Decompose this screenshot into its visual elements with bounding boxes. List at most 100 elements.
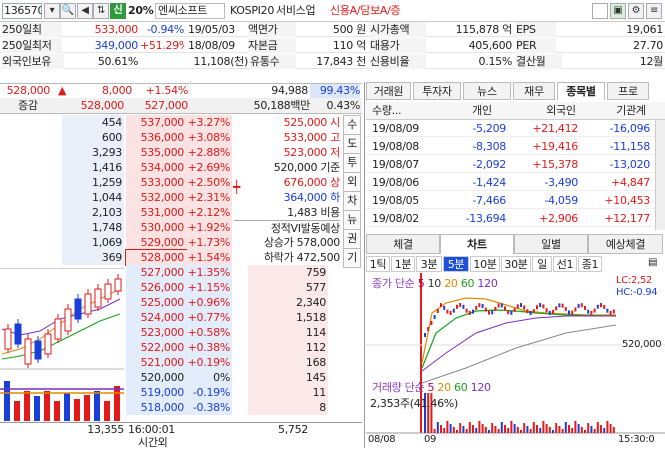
row-individual: -8,308 — [472, 140, 506, 153]
search-icon[interactable]: 🔍 — [60, 3, 76, 19]
qty-dropdown[interactable]: 수량... — [372, 102, 402, 120]
side-tab[interactable]: 투 — [343, 153, 361, 173]
investor-row[interactable]: 19/08/08 -8,308 +19,416 -11,158 — [366, 138, 665, 155]
info-value: 11,108(천) — [193, 55, 249, 68]
side-tab[interactable]: 외 — [343, 172, 361, 192]
volume-bar — [500, 422, 503, 433]
ask-pct: +2.88% — [186, 145, 232, 160]
side-tab[interactable]: 권 — [343, 229, 361, 249]
row-individual: -2,092 — [472, 158, 506, 171]
candle — [500, 303, 503, 308]
header-price: 527,000 — [144, 99, 189, 112]
chart-tab[interactable]: 일별 — [514, 234, 588, 254]
hc-label: HC:-0.94 — [616, 287, 658, 298]
info-value: 12월 — [639, 55, 663, 68]
period-tab[interactable]: 선1 — [553, 256, 577, 272]
volume-bar — [481, 424, 484, 433]
info-label: EPS — [516, 22, 556, 37]
candle — [548, 310, 551, 315]
period-tab[interactable]: 3분 — [416, 256, 442, 272]
volume-bar — [580, 427, 583, 433]
ask-price: 536,000 — [126, 130, 186, 145]
ask-price: 534,000 — [126, 160, 186, 175]
total-bid: 5,752 — [278, 423, 308, 436]
period-tab[interactable]: 종1 — [578, 256, 602, 272]
gear-icon[interactable]: ⚙ — [628, 3, 644, 19]
quote-bar: 528,000 ▲ 8,000 +1.54% 94,988 99.43% — [0, 83, 362, 98]
side-tab[interactable]: 수 — [343, 115, 361, 135]
bid-volume: 168 — [248, 355, 328, 370]
candle — [596, 304, 599, 309]
chart-tab[interactable]: 차트 — [440, 234, 514, 254]
tab-0[interactable]: 거래원 — [366, 82, 411, 100]
link-icon[interactable]: ▣ — [610, 3, 626, 19]
toolbar: 136570 ▾ 🔍 ◀ ⇅ 신 20% 엔씨소프트 KOSPI20 서비스업 … — [0, 0, 665, 22]
tab-3[interactable]: 재무 — [513, 82, 555, 100]
candle — [513, 308, 516, 313]
side-tab[interactable]: 차 — [343, 191, 361, 211]
volume-bar — [436, 422, 439, 433]
period-tab[interactable]: 5분 — [443, 256, 469, 272]
dropdown-icon[interactable]: ▾ — [44, 3, 60, 19]
period-tab[interactable]: 일 — [532, 256, 552, 272]
volume-bar — [600, 425, 602, 433]
market-label: KOSPI20 — [230, 4, 275, 17]
tab-5[interactable]: 프로 — [607, 82, 649, 100]
low-price: 523,000 저 — [283, 146, 341, 159]
tab-2[interactable]: 뉴스 — [463, 82, 511, 100]
menu-icon[interactable]: ≡ — [646, 3, 662, 19]
row-foreign: -4,059 — [544, 194, 578, 207]
scrollbar[interactable] — [655, 120, 665, 230]
candle-body — [94, 288, 102, 308]
row-date: 19/08/06 — [372, 176, 420, 189]
ma-label: 5 — [417, 277, 425, 290]
ask-volume: 1,069 — [62, 235, 124, 250]
row-date: 19/08/09 — [372, 122, 420, 135]
volume-bar — [44, 391, 50, 421]
period-tab[interactable]: 1틱 — [366, 256, 390, 272]
tab-4[interactable]: 종목별 — [557, 82, 605, 100]
chart-tab[interactable]: 체결 — [366, 234, 440, 254]
credit-badge[interactable]: 신 — [110, 3, 126, 19]
side-tab[interactable]: 기 — [343, 248, 361, 268]
info-label: 액면가 — [248, 22, 296, 37]
prev-next-icon[interactable]: ⇅ — [93, 3, 109, 19]
tab-1[interactable]: 투자자 — [413, 82, 461, 100]
period-tab[interactable]: 10분 — [470, 256, 500, 272]
investor-row[interactable]: 19/08/07 -2,092 +15,378 -13,020 — [366, 156, 665, 173]
bid-volume: 1,518 — [248, 310, 328, 325]
period-tab[interactable]: 1분 — [391, 256, 415, 272]
info-value: 19/05/03 — [188, 23, 236, 36]
stock-code-input[interactable]: 136570 — [2, 3, 42, 19]
candle-body — [114, 278, 122, 292]
ask-price: 529,000 — [126, 235, 186, 250]
investor-row[interactable]: 19/08/02 -13,694 +2,906 +12,177 — [366, 210, 665, 227]
investor-row[interactable]: 19/08/06 -1,424 -3,490 +4,847 — [366, 174, 665, 191]
ask-pct: +1.73% — [186, 235, 232, 250]
ask-volume: 3,293 — [62, 145, 124, 160]
volume-bar — [468, 422, 471, 433]
candle — [468, 310, 471, 315]
bid-price: 519,000 — [126, 385, 186, 400]
ask-volume: 2,103 — [62, 205, 124, 220]
orderbook-header: 증감 528,000 527,000 50,188백만 0.43% — [0, 98, 362, 114]
row-individual: -1,424 — [472, 176, 506, 189]
margin-rate: 20% — [128, 4, 154, 17]
flag-icon[interactable]: ▤ — [648, 257, 657, 268]
side-tab[interactable]: 도 — [343, 134, 361, 154]
candle — [427, 327, 430, 331]
period-tab[interactable]: 30분 — [501, 256, 531, 272]
investor-row[interactable]: 19/08/09 -5,209 +21,412 -16,096 — [366, 120, 665, 137]
info-label: 신용비율 — [370, 54, 426, 69]
candle — [507, 310, 510, 315]
blank-icon[interactable] — [592, 3, 608, 19]
side-tab[interactable]: 뉴 — [343, 210, 361, 230]
chart-tab[interactable]: 예상체결 — [588, 234, 663, 254]
volume-bar — [475, 428, 478, 433]
vi-up: 상승가 578,000 — [263, 236, 340, 249]
investor-row[interactable]: 19/08/05 -7,466 -4,059 +10,453 — [366, 192, 665, 209]
speaker-icon[interactable]: ◀ — [77, 3, 93, 19]
candle-body — [54, 318, 62, 340]
bid-pct: -0.19% — [186, 385, 232, 400]
bid-price: 521,000 — [126, 355, 186, 370]
